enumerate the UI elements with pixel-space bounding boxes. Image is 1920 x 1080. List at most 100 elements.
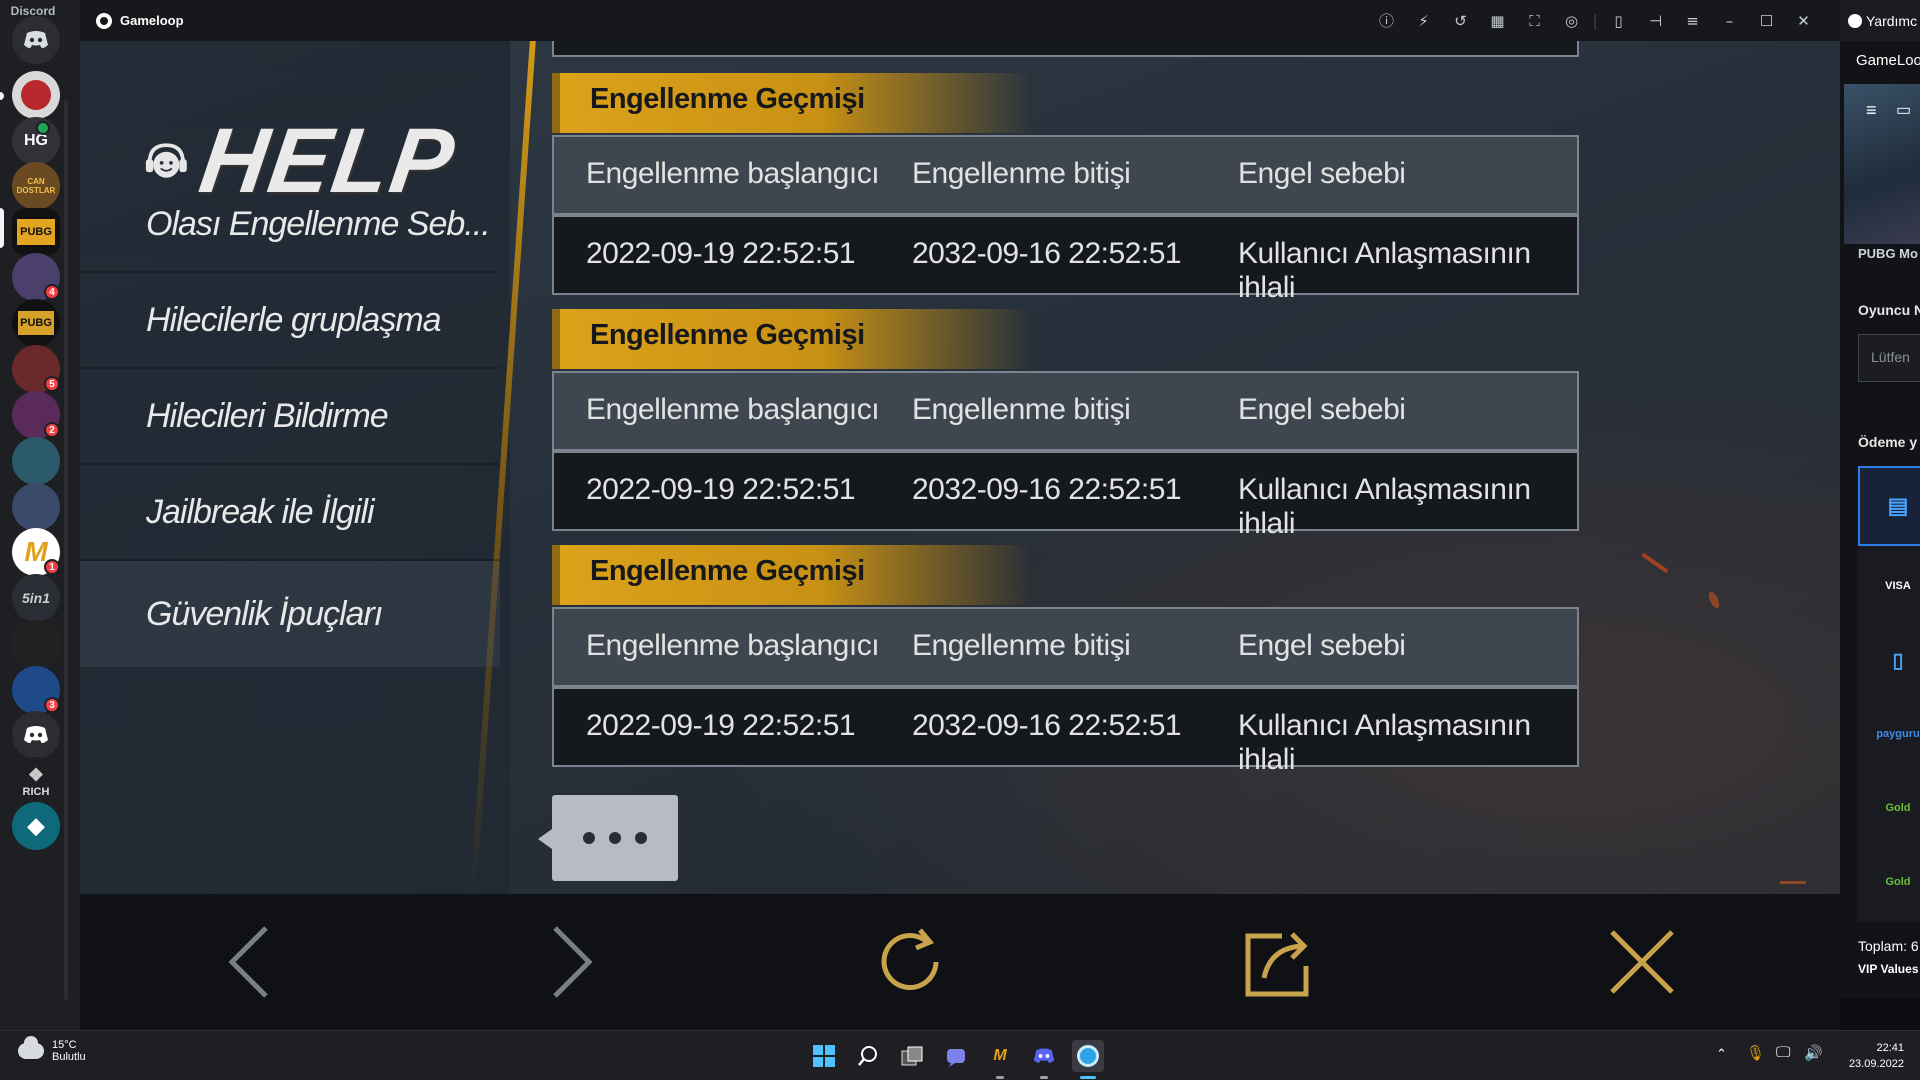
more-options-bubble[interactable] <box>538 795 678 881</box>
boost-icon[interactable]: ⚡ <box>1405 0 1442 41</box>
wing-icon: ❖ <box>27 764 45 785</box>
share-icon <box>1245 932 1309 997</box>
server-icon-can-dostlar[interactable]: CAN DOSTLAR <box>12 162 60 210</box>
scrollbar[interactable] <box>64 100 68 1000</box>
value-ban-end: 2032-09-16 22:52:51 <box>912 237 1182 270</box>
server-icon-rich[interactable]: ❖ RICH <box>12 757 60 805</box>
chat-icon <box>947 1049 965 1067</box>
gameloop-titlebar: Gameloop ⓘ ⚡ ↺ ▦ ⛶ ◎ | ▯ ⊣ ≡ – ☐ ✕ <box>80 0 1840 41</box>
header-ban-reason: Engel sebebi <box>1238 157 1406 190</box>
gameloop-side-panel: Yardımc GameLoop ≡ ▭ PUBG Mo Oyuncu N Lü… <box>1840 0 1920 1030</box>
task-view-button[interactable] <box>896 1040 928 1072</box>
header-ban-start: Engellenme başlangıcı <box>586 393 880 426</box>
system-clock[interactable]: 22:41 23.09.2022 <box>1849 1040 1904 1072</box>
vip-label: VIP Values <box>1858 962 1919 976</box>
forward-button[interactable] <box>523 914 619 1010</box>
side-panel-tab[interactable]: GameLoop <box>1856 52 1920 69</box>
help-menu-item-report-cheaters[interactable]: Hilecileri Bildirme <box>80 369 500 465</box>
payment-label: VISA <box>1885 580 1911 592</box>
share-button[interactable] <box>1228 914 1324 1010</box>
discord-home-button[interactable] <box>12 16 60 64</box>
server-icon-15[interactable] <box>12 711 60 759</box>
side-panel-titlebar: Yardımc <box>1840 0 1920 41</box>
microphone-icon[interactable]: 🎙 <box>1746 1044 1765 1062</box>
ember-decoration <box>1641 552 1669 574</box>
payment-option-visa[interactable]: VISA <box>1858 546 1920 626</box>
value-ban-start: 2022-09-19 22:52:51 <box>586 709 856 742</box>
server-label: 5in1 <box>21 590 50 606</box>
help-menu-item-ban-reasons[interactable]: Olası Engellenme Seb... <box>80 177 500 273</box>
desktop: Discord HG CAN DOSTLAR PUBG 4 PUBG 5 2 M… <box>0 0 1920 1080</box>
discord-icon <box>1033 1048 1055 1063</box>
maximize-icon[interactable]: ☐ <box>1748 0 1785 41</box>
payment-option-gold[interactable]: Gold <box>1858 768 1920 848</box>
tablet-icon[interactable]: ▭ <box>1896 100 1911 120</box>
discord-app-button[interactable] <box>1028 1040 1060 1072</box>
ban-record-title-bar: Engellenme Geçmişi <box>552 73 1032 133</box>
payment-option-card[interactable]: ▤ <box>1858 466 1920 546</box>
server-icon-pubg-mobile[interactable]: PUBG <box>12 299 60 347</box>
ban-record-header-row: Engellenme başlangıcı Engellenme bitişi … <box>552 607 1579 687</box>
gameloop-app-button[interactable] <box>1072 1040 1104 1072</box>
search-button[interactable] <box>852 1040 884 1072</box>
help-menu-item-jailbreak[interactable]: Jailbreak ile İlgili <box>80 465 500 561</box>
back-button[interactable] <box>202 914 298 1010</box>
server-icon-17[interactable]: ◆ <box>12 802 60 850</box>
m2-app-button[interactable]: M <box>984 1040 1016 1072</box>
header-ban-end: Engellenme bitişi <box>912 393 1131 426</box>
sidebar-icon[interactable]: ▯ <box>1600 0 1637 41</box>
hamburger-icon[interactable]: ≡ <box>1866 100 1877 121</box>
voice-indicator-icon <box>36 121 50 135</box>
game-viewport: HELP Olası Engellenme Seb... Hilecilerle… <box>80 41 1840 894</box>
volume-icon[interactable]: 🔊 <box>1804 1044 1823 1062</box>
server-icon-13[interactable] <box>12 620 60 668</box>
pin-icon[interactable]: ⊣ <box>1637 0 1674 41</box>
menu-icon[interactable]: ≡ <box>1674 0 1711 41</box>
fullscreen-icon[interactable]: ⛶ <box>1516 0 1553 41</box>
server-icon-1[interactable] <box>12 71 60 119</box>
player-id-label: Oyuncu N <box>1858 302 1920 318</box>
dot-icon <box>635 832 647 844</box>
discord-icon <box>24 726 48 744</box>
ban-record: Engellenme Geçmişi Engellenme başlangıcı… <box>552 309 1579 571</box>
value-ban-start: 2022-09-19 22:52:51 <box>586 473 856 506</box>
header-ban-reason: Engel sebebi <box>1238 629 1406 662</box>
ban-record-title-bar: Engellenme Geçmişi <box>552 309 1032 369</box>
header-ban-reason: Engel sebebi <box>1238 393 1406 426</box>
network-icon[interactable]: 🖵 <box>1776 1044 1790 1061</box>
game-label: PUBG Mo <box>1858 246 1918 261</box>
mention-badge: 3 <box>44 697 60 713</box>
screenshot-icon[interactable]: ◎ <box>1553 0 1590 41</box>
weather-temperature: 15°C <box>52 1039 77 1051</box>
ban-record-title-bar: Engellenme Geçmişi <box>552 545 1032 605</box>
close-page-button[interactable] <box>1594 914 1690 1010</box>
rotate-icon[interactable]: ↺ <box>1442 0 1479 41</box>
close-icon[interactable]: ✕ <box>1785 0 1822 41</box>
teams-chat-button[interactable] <box>940 1040 972 1072</box>
help-menu-item-cheater-grouping[interactable]: Hilecilerle gruplaşma <box>80 273 500 369</box>
minimize-icon[interactable]: – <box>1711 0 1748 41</box>
server-icon-pubg-turkey[interactable]: PUBG <box>12 208 60 256</box>
payment-option-mobile[interactable]: ▯ <box>1858 620 1920 700</box>
start-button[interactable] <box>808 1040 840 1072</box>
pubg-logo-icon: PUBG <box>18 311 54 335</box>
server-icon-9[interactable] <box>12 437 60 485</box>
ban-record: Engellenme Geçmişi Engellenme başlangıcı… <box>552 73 1579 335</box>
help-icon[interactable]: ⓘ <box>1368 0 1405 41</box>
player-id-input[interactable]: Lütfen <box>1858 334 1920 382</box>
taskbar: 15°C Bulutlu M ⌃ 🎙 🖵 🔊 22:41 23.09.2022 <box>0 1030 1920 1080</box>
task-view-icon <box>901 1046 923 1066</box>
help-menu-item-security-tips[interactable]: Güvenlik İpuçları <box>80 561 500 667</box>
chevron-up-icon[interactable]: ⌃ <box>1716 1046 1727 1062</box>
browser-nav-bar <box>80 894 1840 1030</box>
payment-option-payguru[interactable]: payguru <box>1858 694 1920 774</box>
clock-time: 22:41 <box>1876 1042 1904 1054</box>
refresh-button[interactable] <box>862 914 958 1010</box>
gameloop-window: Gameloop ⓘ ⚡ ↺ ▦ ⛶ ◎ | ▯ ⊣ ≡ – ☐ ✕ HELP … <box>80 0 1840 1030</box>
weather-widget[interactable]: 15°C Bulutlu <box>18 1036 86 1063</box>
payment-option-gold[interactable]: Gold <box>1858 842 1920 922</box>
server-icon-5in1[interactable]: 5in1 <box>12 574 60 622</box>
server-icon-10[interactable] <box>12 483 60 531</box>
keymap-icon[interactable]: ▦ <box>1479 0 1516 41</box>
search-icon <box>858 1046 877 1066</box>
